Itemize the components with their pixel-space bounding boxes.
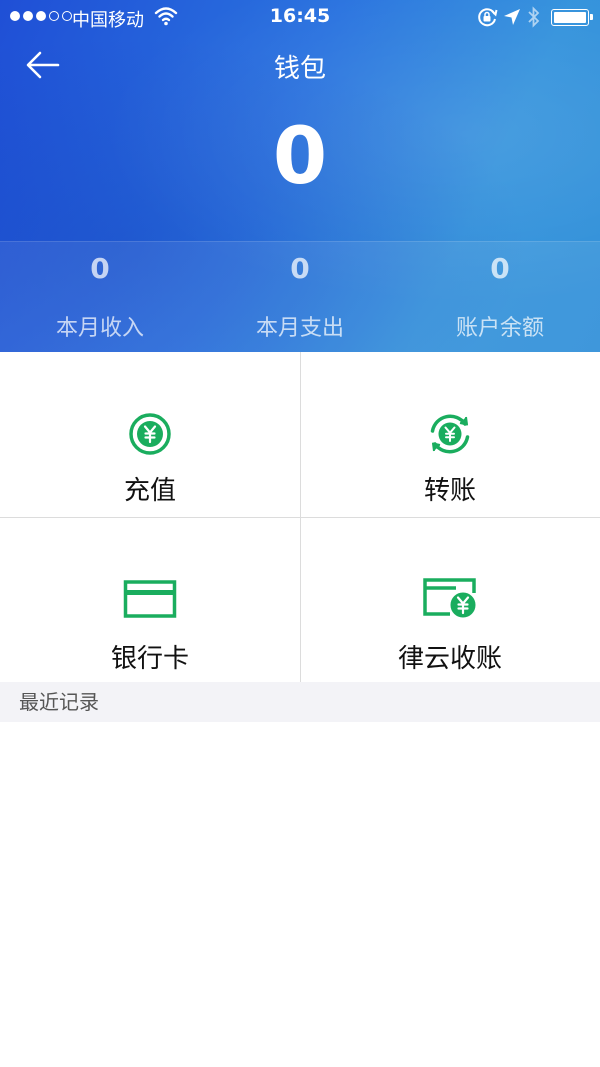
action-label: 律云收账 xyxy=(397,644,502,674)
monthly-stats: 0 本月收入 0 本月支出 0 账户余额 xyxy=(0,241,600,352)
bluetooth-icon xyxy=(528,6,540,28)
stat-label: 本月收入 xyxy=(55,316,144,341)
total-balance: 0 xyxy=(272,112,328,202)
transfer-button[interactable]: 转账 xyxy=(300,352,600,517)
stat-value: 0 xyxy=(90,252,110,285)
status-bar: 中国移动 16:45 xyxy=(0,0,600,34)
action-label: 银行卡 xyxy=(110,644,189,674)
lvyun-collection-button[interactable]: 律云收账 xyxy=(300,517,600,682)
bank-card-button[interactable]: 银行卡 xyxy=(0,517,300,682)
recharge-button[interactable]: 充值 xyxy=(0,352,300,517)
stat-monthly-expense: 0 本月支出 xyxy=(200,242,400,352)
action-label: 转账 xyxy=(423,476,476,506)
page-title: 钱包 xyxy=(273,54,326,84)
bank-card-icon xyxy=(123,580,177,618)
rotation-lock-icon xyxy=(478,8,498,27)
wallet-screen: 中国移动 16:45 钱包 0 0 本月收入 0 本月支出 0 账户余额 充值 … xyxy=(0,0,600,1067)
action-grid: 充值 转账 银行卡 律云收账 xyxy=(0,352,600,682)
wallet-header: 中国移动 16:45 钱包 0 0 本月收入 0 本月支出 0 账户余额 xyxy=(0,0,600,352)
yuan-circle-icon xyxy=(129,413,171,455)
stat-value: 0 xyxy=(490,252,510,285)
battery-icon xyxy=(551,9,593,26)
yuan-transfer-icon xyxy=(430,414,470,454)
stat-monthly-income: 0 本月收入 xyxy=(0,242,200,352)
action-label: 充值 xyxy=(123,476,176,506)
stat-label: 本月支出 xyxy=(255,316,344,341)
stat-label: 账户余额 xyxy=(455,316,544,341)
stat-account-balance: 0 账户余额 xyxy=(400,242,600,352)
recent-records-header: 最近记录 xyxy=(0,682,600,722)
battery-fill xyxy=(554,12,586,23)
location-arrow-icon xyxy=(504,9,520,25)
card-yuan-icon xyxy=(423,578,478,620)
stat-value: 0 xyxy=(290,252,310,285)
recent-records-list[interactable] xyxy=(0,722,600,1067)
